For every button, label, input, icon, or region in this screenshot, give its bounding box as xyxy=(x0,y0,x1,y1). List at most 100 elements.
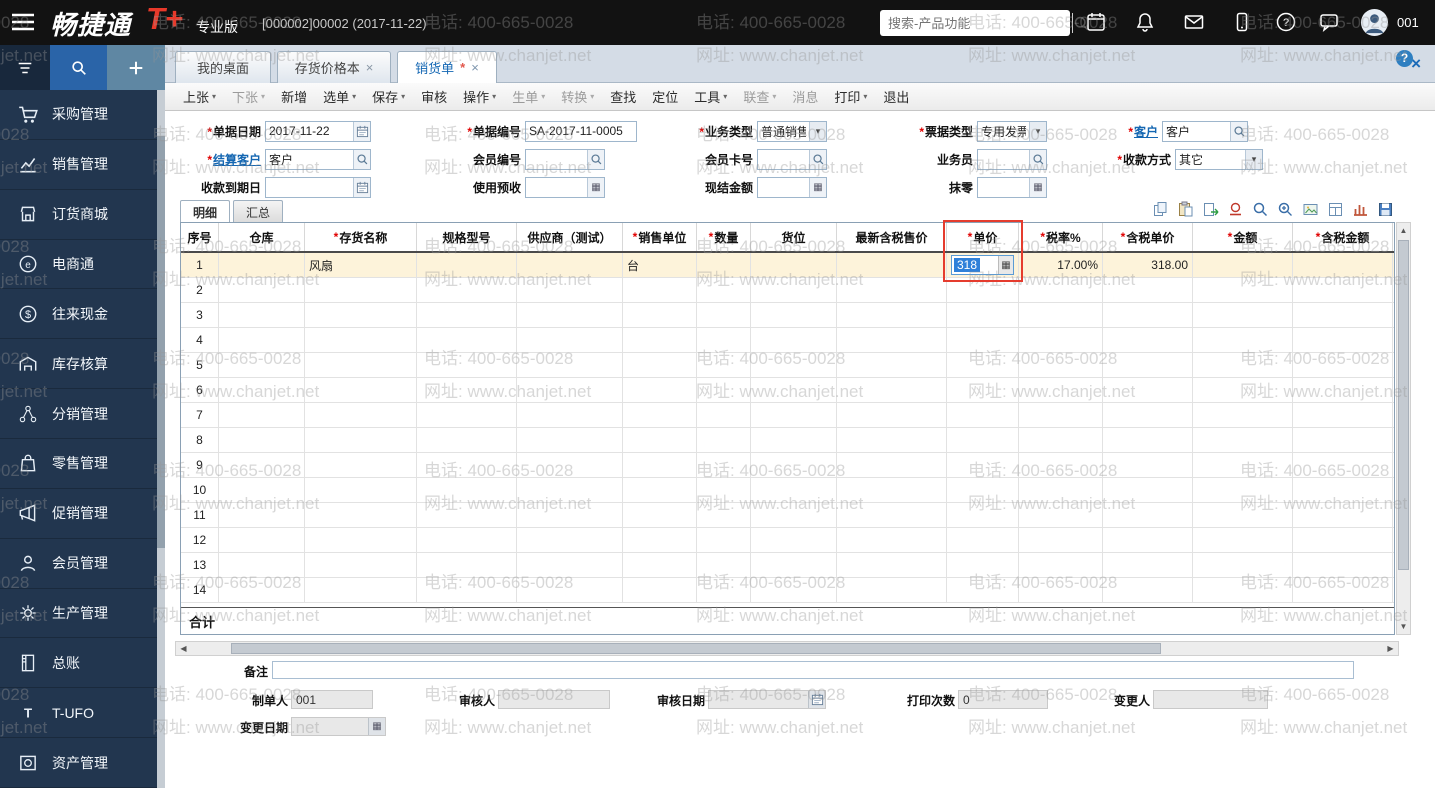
table-cell[interactable]: 5 xyxy=(181,353,219,377)
table-cell[interactable]: 17.00% xyxy=(1019,253,1103,277)
table-cell[interactable] xyxy=(1019,303,1103,327)
table-cell[interactable] xyxy=(305,378,417,402)
find-button[interactable]: 查找 xyxy=(602,84,644,109)
column-header[interactable]: *含税金额 xyxy=(1293,223,1393,251)
tab-sales-order[interactable]: 销货单 * × xyxy=(397,51,497,83)
table-cell[interactable] xyxy=(837,278,947,302)
table-cell[interactable] xyxy=(305,353,417,377)
table-cell[interactable] xyxy=(1393,428,1395,452)
table-cell[interactable] xyxy=(517,503,623,527)
calendar-icon[interactable] xyxy=(1085,11,1107,33)
table-cell[interactable] xyxy=(697,553,751,577)
table-cell[interactable]: 318.00 xyxy=(1103,253,1193,277)
maker-input[interactable] xyxy=(292,691,372,708)
tab-detail[interactable]: 明细 xyxy=(180,200,230,222)
table-cell[interactable] xyxy=(697,278,751,302)
table-cell[interactable] xyxy=(1193,378,1293,402)
table-cell[interactable] xyxy=(1293,578,1393,602)
table-cell[interactable] xyxy=(1193,478,1293,502)
table-cell[interactable]: 台 xyxy=(623,253,697,277)
table-cell[interactable] xyxy=(1393,303,1395,327)
table-cell[interactable] xyxy=(751,478,837,502)
table-cell[interactable] xyxy=(697,353,751,377)
table-cell[interactable] xyxy=(219,278,305,302)
sidebar-scroll-thumb[interactable] xyxy=(157,136,165,548)
table-cell[interactable] xyxy=(751,578,837,602)
member-card-input[interactable] xyxy=(758,150,809,169)
vertical-scrollbar[interactable]: ▲ ▼ xyxy=(1396,222,1411,635)
table-cell[interactable] xyxy=(219,353,305,377)
table-row[interactable]: 6 xyxy=(181,378,1395,403)
sidebar-scrollbar[interactable] xyxy=(157,90,165,788)
table-cell[interactable]: 11 xyxy=(181,503,219,527)
table-cell[interactable] xyxy=(219,578,305,602)
column-header[interactable]: *含税单价 xyxy=(1103,223,1193,251)
convert-button[interactable]: 转换▾ xyxy=(553,84,602,109)
table-cell[interactable] xyxy=(1193,253,1293,277)
numpad-icon[interactable]: ▦ xyxy=(998,256,1013,274)
table-cell[interactable] xyxy=(751,503,837,527)
table-cell[interactable] xyxy=(417,578,517,602)
table-row[interactable]: 14 xyxy=(181,578,1395,603)
table-cell[interactable] xyxy=(751,378,837,402)
table-cell[interactable]: 7 xyxy=(181,403,219,427)
table-cell[interactable] xyxy=(623,353,697,377)
sidebar-item-ledger[interactable]: 总账 xyxy=(0,638,157,688)
settle-customer-input[interactable] xyxy=(266,150,353,169)
table-cell[interactable] xyxy=(1393,403,1395,427)
table-cell[interactable] xyxy=(305,303,417,327)
table-row[interactable]: 7 xyxy=(181,403,1395,428)
table-cell[interactable] xyxy=(751,553,837,577)
table-cell[interactable] xyxy=(1393,553,1395,577)
table-cell[interactable] xyxy=(947,453,1019,477)
table-cell[interactable]: 4 xyxy=(181,328,219,352)
table-cell[interactable] xyxy=(697,303,751,327)
locate-button[interactable]: 定位 xyxy=(644,84,686,109)
column-header[interactable]: *金额 xyxy=(1193,223,1293,251)
prev-button[interactable]: 上张▾ xyxy=(175,84,224,109)
table-cell[interactable] xyxy=(1193,578,1293,602)
table-cell[interactable] xyxy=(947,528,1019,552)
sidebar-item-inventory[interactable]: 库存核算 xyxy=(0,339,157,389)
search-icon[interactable] xyxy=(353,150,370,169)
scroll-right-icon[interactable]: ▶ xyxy=(1383,642,1398,655)
table-cell[interactable] xyxy=(947,503,1019,527)
table-cell[interactable] xyxy=(517,303,623,327)
table-cell[interactable] xyxy=(623,453,697,477)
table-cell[interactable] xyxy=(1103,553,1193,577)
calendar-icon[interactable] xyxy=(808,691,825,708)
table-cell[interactable] xyxy=(623,528,697,552)
calendar-icon[interactable] xyxy=(353,122,370,141)
table-cell[interactable] xyxy=(837,253,947,277)
table-row[interactable]: 13 xyxy=(181,553,1395,578)
table-cell[interactable] xyxy=(417,253,517,277)
column-header[interactable]: *销售单位 xyxy=(623,223,697,251)
table-cell[interactable] xyxy=(947,353,1019,377)
table-cell[interactable] xyxy=(1103,428,1193,452)
table-cell[interactable] xyxy=(1193,453,1293,477)
table-cell[interactable] xyxy=(1103,353,1193,377)
table-cell[interactable] xyxy=(947,553,1019,577)
table-cell[interactable] xyxy=(417,378,517,402)
table-cell[interactable] xyxy=(697,453,751,477)
table-cell[interactable] xyxy=(837,578,947,602)
table-cell[interactable] xyxy=(837,478,947,502)
customer-input[interactable] xyxy=(1163,122,1230,141)
table-row[interactable]: 12 xyxy=(181,528,1395,553)
table-cell[interactable] xyxy=(623,278,697,302)
stamp-icon[interactable] xyxy=(1227,201,1245,219)
table-cell[interactable] xyxy=(305,478,417,502)
table-cell[interactable] xyxy=(1019,378,1103,402)
column-header[interactable]: 货位 xyxy=(751,223,837,251)
table-cell[interactable] xyxy=(417,528,517,552)
table-cell[interactable] xyxy=(1103,328,1193,352)
search-icon[interactable] xyxy=(1230,122,1247,141)
table-cell[interactable] xyxy=(219,528,305,552)
zoom-icon[interactable] xyxy=(1277,201,1295,219)
table-cell[interactable] xyxy=(305,528,417,552)
table-cell[interactable] xyxy=(219,478,305,502)
dropdown-icon[interactable]: ▾ xyxy=(1029,122,1046,141)
tab-summary[interactable]: 汇总 xyxy=(233,200,283,222)
table-cell[interactable] xyxy=(623,328,697,352)
bill-type-input[interactable] xyxy=(978,122,1029,141)
